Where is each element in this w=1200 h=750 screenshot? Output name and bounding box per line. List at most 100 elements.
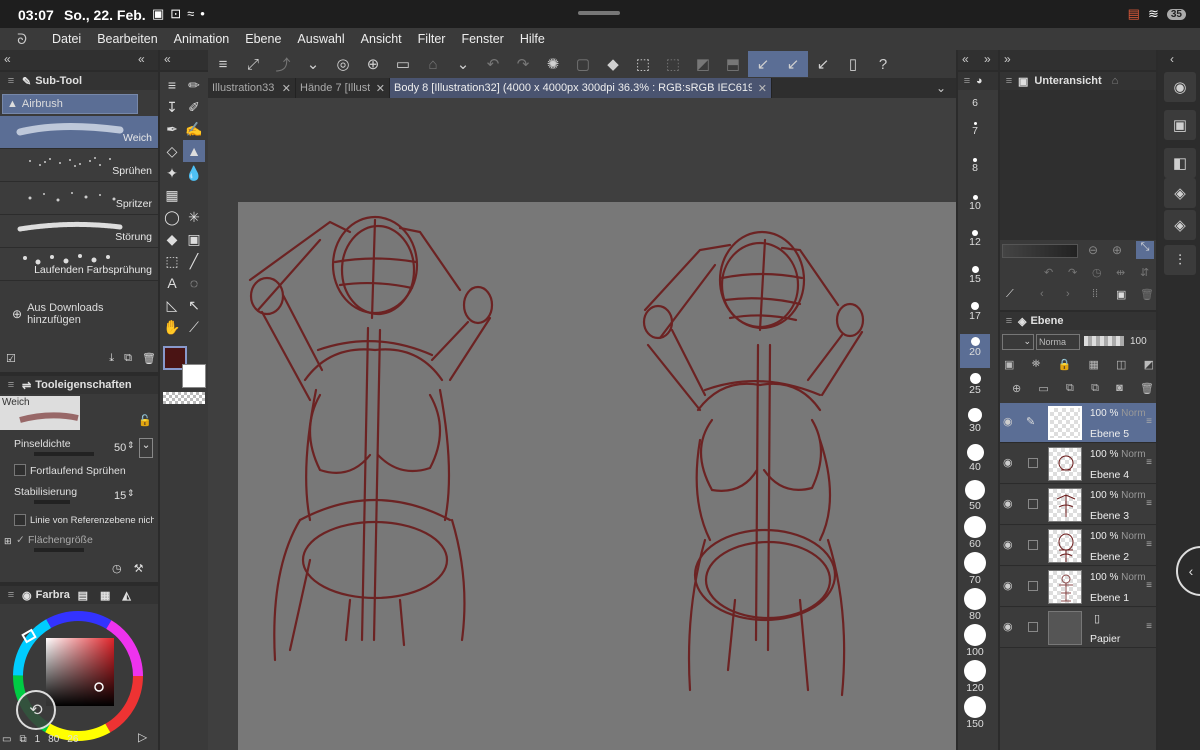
collapse-right-icon[interactable]: «: [138, 52, 145, 66]
zoom-in-icon[interactable]: ⊕: [1112, 243, 1122, 257]
subtool-item-spritzer[interactable]: Spritzer: [0, 182, 158, 215]
brush-size-20[interactable]: 20: [960, 334, 990, 368]
fit-view-icon[interactable]: ⤡: [1136, 241, 1154, 259]
help-icon[interactable]: ?: [868, 51, 898, 77]
clip-icon[interactable]: ▣: [1004, 358, 1014, 371]
app-logo-icon[interactable]: ᘐ: [0, 31, 44, 48]
brush-density-value[interactable]: 50: [114, 442, 126, 454]
close-icon[interactable]: ✕: [376, 82, 385, 95]
layer-row-ebene5[interactable]: ◉ ✎ 100 % Norm Ebene 5 ≡: [1000, 403, 1156, 443]
redo-icon[interactable]: ↷: [508, 51, 538, 77]
dropdown-icon[interactable]: ⌄: [139, 438, 153, 458]
menu-layer[interactable]: Ebene: [237, 32, 289, 46]
multitask-handle[interactable]: [578, 11, 620, 15]
panel-menu-icon[interactable]: ≡: [1000, 315, 1018, 327]
opacity-slider[interactable]: [1084, 336, 1124, 346]
delete-layer-icon[interactable]: 🗑: [1140, 382, 1154, 395]
layer-checkbox[interactable]: [1028, 622, 1038, 632]
merge-icon[interactable]: ⧉: [1091, 382, 1099, 395]
eye-icon[interactable]: ◉: [1003, 456, 1013, 469]
drag-handle-icon[interactable]: ≡: [1146, 498, 1152, 509]
text-tool-icon[interactable]: A: [161, 272, 183, 294]
reset-icon[interactable]: ◷: [112, 562, 122, 575]
menu-help[interactable]: Hilfe: [512, 32, 553, 46]
stabilization-slider[interactable]: [34, 500, 70, 504]
layer-checkbox[interactable]: [1028, 499, 1038, 509]
flip-vertical-icon[interactable]: ⇵: [1140, 266, 1149, 279]
import-image-icon[interactable]: ▣: [1116, 288, 1126, 301]
play-icon[interactable]: ▷: [138, 730, 147, 744]
airbrush-tool-icon[interactable]: ▲: [183, 140, 205, 162]
brush-size-25[interactable]: 25: [960, 373, 990, 396]
close-icon[interactable]: ✕: [282, 82, 291, 95]
object-tool-icon[interactable]: ⬚: [161, 250, 183, 272]
layer-row-ebene1[interactable]: ◉ 100 % Norm Ebene 1 ≡: [1000, 567, 1156, 607]
new-raster-layer-icon[interactable]: ⊕: [1012, 382, 1021, 395]
eye-icon[interactable]: ◉: [1003, 620, 1013, 633]
new-folder-icon[interactable]: ▭: [1038, 382, 1048, 395]
companion-icon[interactable]: ◎: [328, 51, 358, 77]
stepper-icon[interactable]: ⇕: [127, 440, 135, 451]
stepper-icon[interactable]: ⇕: [127, 488, 135, 499]
pencil-tool-icon[interactable]: ✐: [183, 96, 205, 118]
clear-icon[interactable]: ▢: [568, 51, 598, 77]
tab-illustration33[interactable]: Illustration33 ✕: [208, 78, 296, 98]
brush-size-100[interactable]: 100: [960, 624, 990, 658]
magic-wand-icon[interactable]: ✳: [183, 206, 205, 228]
brush-size-12[interactable]: 12: [960, 230, 990, 248]
color-set-tab-icon[interactable]: ▦: [100, 589, 110, 602]
menu-tools-icon[interactable]: ≡: [161, 74, 183, 96]
opacity-value[interactable]: 100: [1130, 336, 1147, 347]
continuous-spray-checkbox[interactable]: [14, 464, 26, 476]
brush-size-tab-icon[interactable]: ◕: [976, 75, 983, 87]
intermediate-color-tab-icon[interactable]: ◭: [122, 589, 130, 602]
panel-menu-icon[interactable]: ≡: [0, 379, 22, 391]
prev-icon[interactable]: ‹: [1040, 288, 1044, 300]
menu-icon[interactable]: ≡: [208, 51, 238, 77]
eraser-tool-icon[interactable]: ◇: [161, 140, 183, 162]
blend-tool-icon[interactable]: 💧: [183, 162, 205, 184]
layer-checkbox[interactable]: [1028, 540, 1038, 550]
transparent-color-swatch[interactable]: [163, 392, 205, 404]
crop-icon[interactable]: ⬒: [718, 51, 748, 77]
brush-size-6[interactable]: 6: [960, 97, 990, 109]
brush-tool-icon[interactable]: ✒: [161, 118, 183, 140]
color-icon[interactable]: ◩: [1144, 358, 1154, 371]
grid-icon[interactable]: ⁞⁞: [1092, 288, 1098, 300]
panel-menu-icon[interactable]: ≡: [1000, 75, 1018, 87]
open-file-icon[interactable]: ▭: [388, 51, 418, 77]
sync-color-icon[interactable]: ⟲: [16, 690, 56, 730]
fill-tool-icon[interactable]: ◆: [161, 228, 183, 250]
fill-icon[interactable]: ◆: [598, 51, 628, 77]
snap-ruler-icon[interactable]: ↙: [748, 51, 778, 77]
tab-haende7[interactable]: Hände 7 [Illustr ✕: [296, 78, 390, 98]
add-from-downloads[interactable]: ⊕ Aus Downloads hinzufügen: [12, 302, 158, 326]
menu-file[interactable]: Datei: [44, 32, 89, 46]
layer-row-papier[interactable]: ◉ ▯ Papier ≡: [1000, 608, 1156, 648]
reference-icon[interactable]: ⛯: [1032, 358, 1041, 371]
decoration-tool-icon[interactable]: ✦: [161, 162, 183, 184]
delete-icon[interactable]: 🗑: [1140, 288, 1154, 301]
eyedropper-icon[interactable]: ⟋: [1006, 288, 1014, 301]
trash-icon[interactable]: 🗑: [142, 352, 156, 365]
layer-checkbox[interactable]: [1028, 581, 1038, 591]
gradient-tool-icon[interactable]: ▣: [183, 228, 205, 250]
loading-icon[interactable]: ✺: [538, 51, 568, 77]
eye-icon[interactable]: ◉: [1003, 538, 1013, 551]
menu-window[interactable]: Fenster: [453, 32, 511, 46]
balloon-tool-icon[interactable]: ◌: [183, 272, 205, 294]
subtool-item-spruehen[interactable]: Sprühen: [0, 149, 158, 182]
brush-size-40[interactable]: 40: [960, 444, 990, 473]
smartphone-icon[interactable]: ▯: [838, 51, 868, 77]
subtool-settings-icon[interactable]: ☑: [6, 352, 16, 365]
snap-grid-icon[interactable]: ↙: [808, 51, 838, 77]
undo-icon[interactable]: ↶: [478, 51, 508, 77]
menu-edit[interactable]: Bearbeiten: [89, 32, 165, 46]
brush-size-70[interactable]: 70: [960, 552, 990, 586]
frame-tool-icon[interactable]: ▦: [161, 184, 183, 206]
brush-size-30[interactable]: 30: [960, 408, 990, 434]
lock-icon[interactable]: 🔓: [138, 414, 152, 427]
chevron-down-icon[interactable]: ⌄: [298, 51, 328, 77]
layers-icon[interactable]: ◈: [1164, 210, 1196, 240]
panel-menu-icon[interactable]: ≡: [0, 589, 22, 601]
